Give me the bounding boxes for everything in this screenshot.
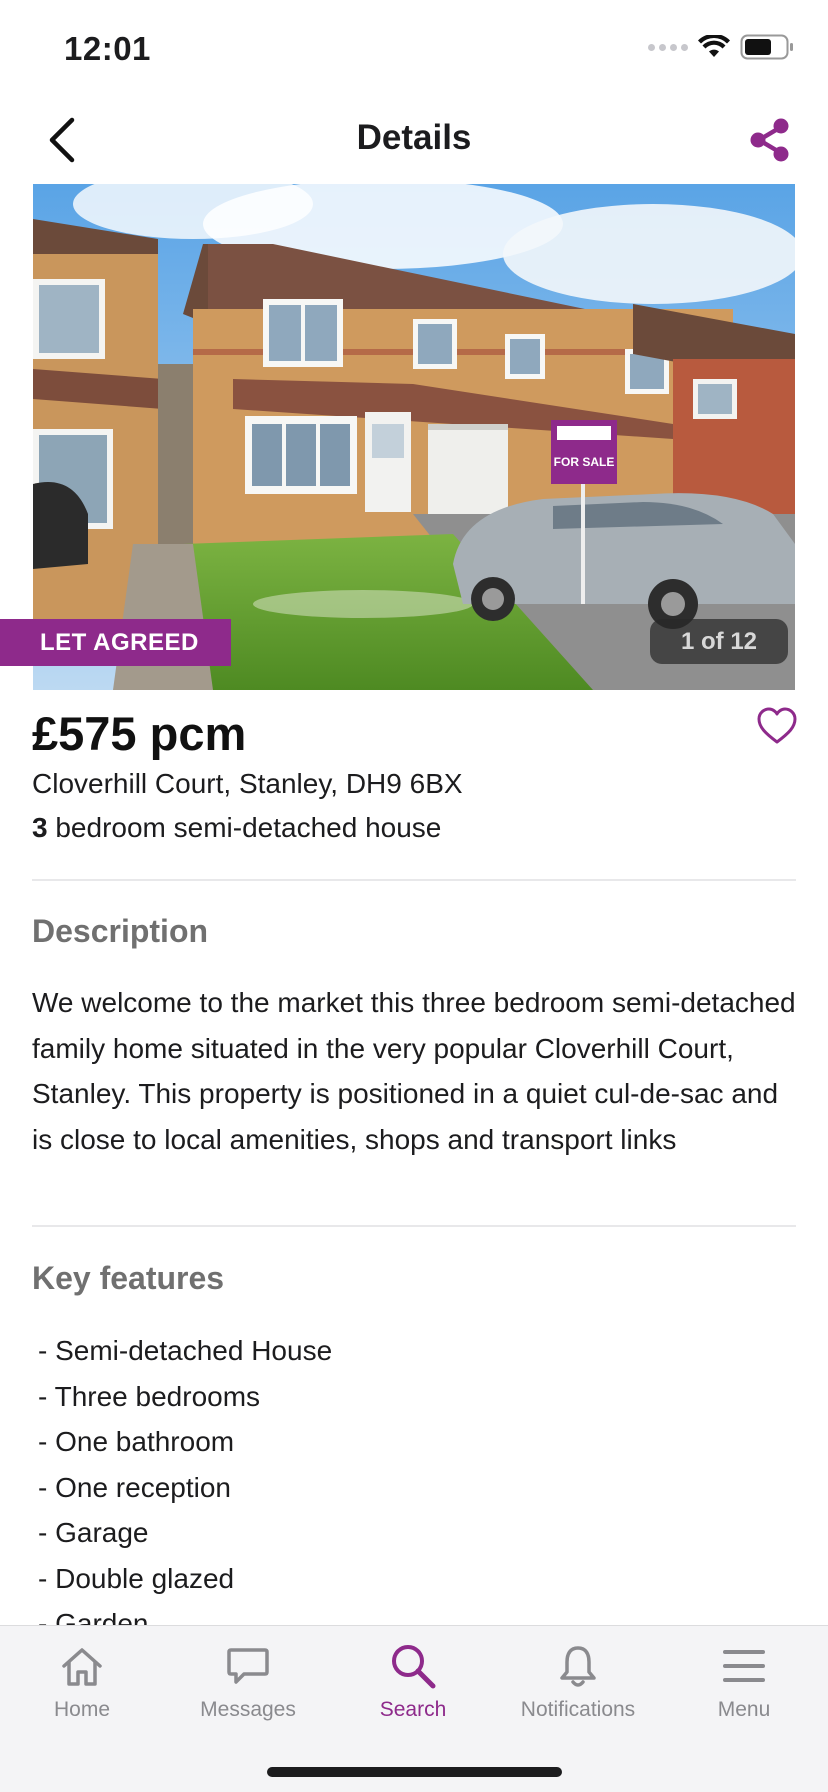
nav-bar: Details <box>0 100 828 180</box>
page-title: Details <box>356 118 472 157</box>
tab-label: Notifications <box>520 1698 636 1721</box>
tab-menu[interactable]: Menu <box>674 1642 814 1722</box>
home-indicator[interactable] <box>267 1767 562 1777</box>
home-icon <box>62 1648 102 1686</box>
key-features-heading: Key features <box>32 1260 225 1296</box>
image-counter: 1 of 12 <box>650 619 788 664</box>
status-time: 12:01 <box>64 30 151 67</box>
bedroom-count: 3 <box>32 812 48 843</box>
chat-bubble-icon <box>227 1648 269 1684</box>
share-icon <box>750 118 789 162</box>
bell-icon <box>560 1646 596 1687</box>
property-photo[interactable]: FOR SALE <box>33 184 795 690</box>
share-button[interactable] <box>746 116 794 164</box>
battery-icon <box>740 34 793 60</box>
property-type: bedroom semi-detached house <box>55 812 442 843</box>
tab-search[interactable]: Search <box>343 1642 483 1722</box>
tab-label: Menu <box>717 1698 771 1721</box>
heart-icon <box>757 707 797 744</box>
cellular-signal-icon <box>648 43 688 51</box>
status-icons <box>648 34 794 60</box>
listing-address: Cloverhill Court, Stanley, DH9 6BX <box>32 768 463 799</box>
hamburger-icon <box>723 1650 765 1682</box>
description-text: We welcome to the market this three bedr… <box>32 987 796 1155</box>
list-item: - One bathroom <box>38 1426 235 1457</box>
divider <box>32 1225 796 1227</box>
listing-price: £575 pcm <box>32 707 247 760</box>
listing-summary: 3 bedroom semi-detached house <box>32 812 441 844</box>
divider <box>32 879 796 881</box>
search-icon <box>392 1645 436 1689</box>
house-photo-image: FOR SALE <box>33 184 795 690</box>
tab-messages[interactable]: Messages <box>178 1642 318 1722</box>
tab-label: Home <box>53 1698 111 1721</box>
description-heading: Description <box>32 913 209 949</box>
list-item: - Garage <box>38 1517 149 1548</box>
let-status-badge: LET AGREED <box>0 619 231 666</box>
list-item: - One reception <box>38 1471 231 1503</box>
status-bar: 12:01 <box>0 0 828 100</box>
tab-home[interactable]: Home <box>12 1642 152 1722</box>
list-item: - Double glazed <box>38 1562 235 1594</box>
for-sale-sign-text: FOR SALE <box>554 455 615 469</box>
tab-label: Search <box>379 1698 447 1721</box>
tab-label: Messages <box>200 1698 296 1721</box>
key-features-list: - Semi-detached House - Three bedrooms -… <box>38 1328 332 1647</box>
favorite-button[interactable] <box>756 706 798 746</box>
list-item: - Semi-detached House <box>38 1335 333 1366</box>
list-item: - Three bedrooms <box>38 1380 261 1412</box>
tab-notifications[interactable]: Notifications <box>508 1642 648 1722</box>
wifi-icon <box>698 35 730 57</box>
